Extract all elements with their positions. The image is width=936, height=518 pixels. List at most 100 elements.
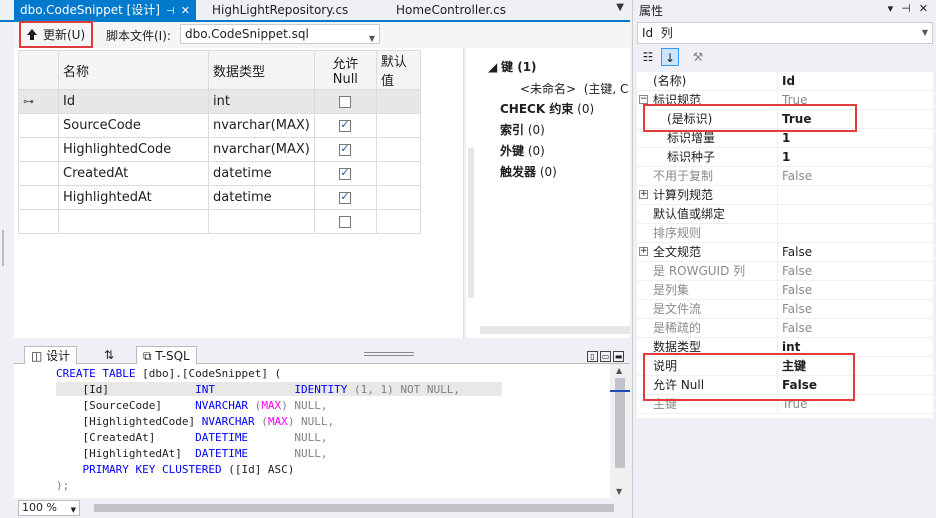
expand-icon[interactable]: + [639,247,648,256]
property-value[interactable]: False [777,300,812,319]
tab-codesnippet-design[interactable]: dbo.CodeSnippet [设计] ⊣ ✕ [14,0,196,20]
collapse-pane-icon[interactable]: ▬ [613,351,624,362]
split-handle[interactable] [364,352,414,356]
tab-design[interactable]: ◫ 设计 [24,346,78,364]
property-row[interactable]: 是 ROWGUID 列 False [637,262,933,281]
check-constraints-group[interactable]: CHECK 约束 (0) [500,100,594,117]
cell-name[interactable]: HighlightedAt [58,185,209,210]
table-row[interactable]: HighlightedAt datetime [18,185,421,210]
row-selector[interactable]: ⊶ [18,89,59,114]
row-selector[interactable] [18,113,59,138]
property-value[interactable] [777,186,782,205]
collapse-icon[interactable]: − [639,95,648,104]
close-icon[interactable]: ✕ [919,2,928,15]
cell-name[interactable]: HighlightedCode [58,137,209,162]
tsql-editor[interactable]: CREATE TABLE [dbo].[CodeSnippet] ( [Id] … [14,364,610,498]
cell-type[interactable]: nvarchar(MAX) [208,137,315,162]
property-row[interactable]: 是文件流 False [637,300,933,319]
property-row[interactable]: 是列集 False [637,281,933,300]
row-selector[interactable] [18,137,59,162]
cell-default[interactable] [375,161,421,186]
property-row[interactable]: + 计算列规范 [637,186,933,205]
vertical-split-icon[interactable]: ▯ [587,351,598,362]
cell-type[interactable]: datetime [208,161,315,186]
categorized-icon[interactable]: ☷ [639,48,657,66]
tab-tsql[interactable]: ⧉ T-SQL [136,346,197,364]
property-pages-icon[interactable]: ⚒ [689,48,707,66]
triggers-group[interactable]: 触发器 (0) [500,163,557,180]
cell-name[interactable]: Id [58,89,209,114]
row-selector[interactable] [18,185,59,210]
alphabetical-icon[interactable]: ↓ [661,48,679,66]
property-row[interactable]: 默认值或绑定 [637,205,933,224]
zoom-select[interactable]: 100 % ▼ [18,500,80,516]
script-file-select[interactable]: dbo.CodeSnippet.sql ▼ [180,24,380,44]
allow-null-checkbox[interactable] [339,215,352,228]
object-select[interactable]: Id 列 ▼ [637,22,933,44]
foreign-keys-group[interactable]: 外键 (0) [500,142,545,159]
property-value[interactable]: False [777,262,812,281]
cell-type[interactable]: datetime [208,185,315,210]
horizontal-split-icon[interactable]: ▭ [600,351,611,362]
property-row[interactable]: 不用于复制 False [637,167,933,186]
cell-allow-null[interactable] [313,113,377,138]
table-row[interactable]: SourceCode nvarchar(MAX) [18,113,421,138]
allow-null-checkbox[interactable] [339,142,352,156]
scroll-down-icon[interactable]: ▼ [616,487,622,496]
primary-key-item[interactable]: <未命名> (主键, C [520,80,628,97]
cell-allow-null[interactable] [313,161,377,186]
property-row[interactable]: 排序规则 [637,224,933,243]
property-row[interactable]: 标识种子 1 [637,148,933,167]
tab-homecontroller[interactable]: HomeController.cs [390,0,512,20]
allow-null-checkbox[interactable] [339,118,352,132]
new-row[interactable] [18,209,421,234]
property-value[interactable] [777,205,782,224]
dropdown-icon[interactable]: ▾ [888,2,894,15]
col-header-name[interactable]: 名称 [58,50,209,90]
property-row[interactable]: 是稀疏的 False [637,319,933,338]
editor-vertical-scrollbar[interactable]: ▲ ▼ [610,364,630,498]
cell-default[interactable] [375,185,421,210]
property-value[interactable]: False [777,243,812,262]
editor-horizontal-scrollbar[interactable] [94,504,614,512]
table-row[interactable]: CreatedAt datetime [18,161,421,186]
property-value[interactable]: False [777,167,812,186]
cell-type[interactable]: nvarchar(MAX) [208,113,315,138]
collapse-icon[interactable]: ◢ [488,60,501,74]
cell-type[interactable] [208,209,315,234]
allow-null-checkbox[interactable] [339,95,352,108]
cell-allow-null[interactable] [313,185,377,210]
expand-icon[interactable]: + [639,190,648,199]
cell-allow-null[interactable] [313,89,377,114]
table-row[interactable]: ⊶ Id int [18,89,421,114]
keys-horizontal-scrollbar[interactable] [480,326,630,334]
pin-icon[interactable]: ⊣ [166,6,175,17]
col-header-default[interactable]: 默认值 [375,50,421,90]
cell-default[interactable] [375,113,421,138]
tab-swap-panes[interactable]: ⇅ [98,346,120,364]
cell-name[interactable]: CreatedAt [58,161,209,186]
property-value[interactable]: Id [777,72,795,91]
property-value[interactable] [777,224,782,243]
cell-default[interactable] [375,209,421,234]
cell-default[interactable] [375,137,421,162]
cell-name[interactable]: SourceCode [58,113,209,138]
cell-type[interactable]: int [208,89,315,114]
scroll-up-icon[interactable]: ▲ [616,366,622,375]
tab-highlightrepository[interactable]: HighLightRepository.cs [206,0,354,20]
keys-group[interactable]: ◢ 键 (1) [488,58,537,75]
row-selector[interactable] [18,161,59,186]
table-row[interactable]: HighlightedCode nvarchar(MAX) [18,137,421,162]
property-row[interactable]: (名称) Id [637,72,933,91]
pin-icon[interactable]: ⊣ [901,2,911,15]
property-value[interactable]: 1 [777,148,790,167]
tab-overflow-dropdown-icon[interactable]: ▼ [616,2,624,13]
allow-null-checkbox[interactable] [339,190,352,204]
indexes-group[interactable]: 索引 (0) [500,121,545,138]
cell-default[interactable] [375,89,421,114]
cell-name[interactable] [58,209,209,234]
cell-allow-null[interactable] [313,137,377,162]
allow-null-checkbox[interactable] [339,166,352,180]
col-header-type[interactable]: 数据类型 [208,50,315,90]
col-header-allow-null[interactable]: 允许 Null [313,50,377,90]
